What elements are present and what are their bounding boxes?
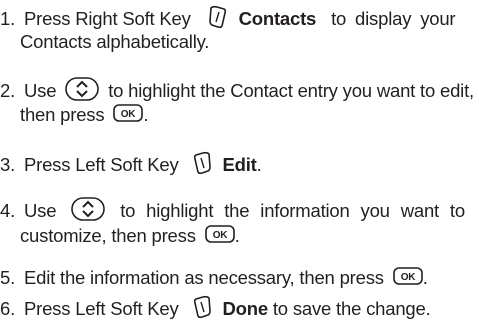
- step-text: to highlight the Contact entry you want …: [108, 79, 474, 101]
- step-text: Edit the information as necessary, then …: [23, 267, 384, 288]
- navigation-key-icon: [71, 197, 106, 227]
- step-6: 6. Press Left Soft Key Done to save the …: [0, 294, 431, 326]
- step-text: .: [256, 153, 262, 175]
- step-text: then press: [20, 104, 105, 125]
- ok-key-icon: OK: [113, 104, 144, 128]
- step-text: Use: [23, 79, 57, 101]
- step-text: to highlight the information you want to: [120, 199, 465, 221]
- step-text: to display your: [331, 7, 456, 29]
- step-text: .: [143, 104, 149, 125]
- contacts-key-label: Contacts: [238, 7, 317, 29]
- ok-key-label: OK: [212, 230, 228, 241]
- left-soft-key-icon: [192, 294, 212, 326]
- step-text: .: [422, 267, 428, 288]
- step-text: customize, then press: [20, 225, 196, 246]
- done-key-label: Done: [222, 297, 268, 319]
- step-text: Press Right Soft Key: [23, 7, 191, 29]
- step-number: 2.: [0, 79, 16, 101]
- left-soft-key-icon: [192, 150, 212, 182]
- edit-key-label: Edit: [222, 153, 257, 175]
- step-number: 4.: [0, 199, 16, 221]
- step-text: to save the change.: [272, 297, 431, 319]
- step-4: 4. Use to highlight the information you …: [0, 197, 465, 227]
- step-2-continued: then press OK .: [20, 103, 148, 128]
- step-5: 5. Edit the information as necessary, th…: [0, 266, 428, 291]
- instruction-list: 1. Press Right Soft Key Contacts to disp…: [0, 0, 479, 320]
- step-3: 3. Press Left Soft Key Edit.: [0, 150, 262, 182]
- step-number: 5.: [0, 267, 16, 288]
- right-soft-key-icon: [208, 4, 228, 36]
- step-number: 3.: [0, 153, 16, 175]
- step-number: 1.: [0, 7, 16, 29]
- step-4-continued: customize, then press OK .: [20, 224, 240, 249]
- step-number: 6.: [0, 297, 16, 319]
- ok-key-icon: OK: [392, 267, 423, 291]
- step-text: .: [234, 225, 240, 246]
- ok-key-label: OK: [400, 272, 416, 283]
- ok-key-label: OK: [121, 109, 137, 120]
- step-text: Press Left Soft Key: [23, 297, 179, 319]
- step-1-continued: Contacts alphabetically.: [20, 31, 210, 52]
- step-text: Press Left Soft Key: [23, 153, 179, 175]
- ok-key-icon: OK: [204, 225, 235, 249]
- step-text: Use: [23, 199, 57, 221]
